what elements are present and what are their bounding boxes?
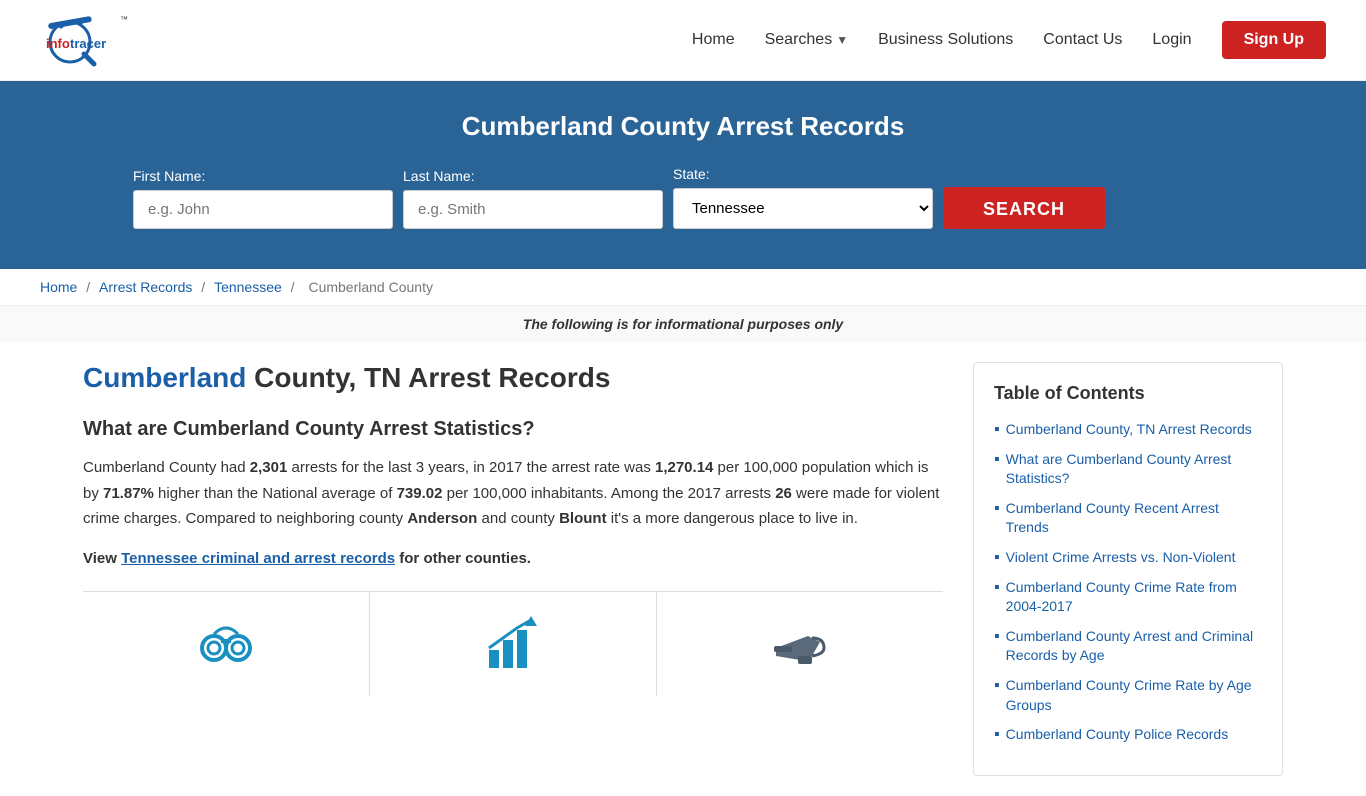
main-nav: Home Searches ▼ Business Solutions Conta… (692, 21, 1326, 59)
toc-item: ▪ Cumberland County Crime Rate from 2004… (994, 578, 1262, 617)
lastname-group: Last Name: (403, 168, 663, 229)
firstname-input[interactable] (133, 190, 393, 229)
toc-bullet-icon: ▪ (994, 421, 1000, 439)
lastname-label: Last Name: (403, 168, 475, 184)
toc-link-6[interactable]: Cumberland County Arrest and Criminal Re… (1006, 627, 1262, 666)
tennessee-records-link[interactable]: Tennessee criminal and arrest records (121, 550, 395, 567)
toc-bullet-icon: ▪ (994, 451, 1000, 469)
toc-sidebar: Table of Contents ▪ Cumberland County, T… (973, 362, 1283, 776)
stats-paragraph: Cumberland County had 2,301 arrests for … (83, 455, 943, 532)
nav-business-solutions[interactable]: Business Solutions (878, 31, 1013, 49)
toc-link-5[interactable]: Cumberland County Crime Rate from 2004-2… (1006, 578, 1262, 617)
toc-link-1[interactable]: Cumberland County, TN Arrest Records (1006, 420, 1252, 440)
toc-heading: Table of Contents (994, 383, 1262, 404)
breadcrumb: Home / Arrest Records / Tennessee / Cumb… (0, 269, 1366, 306)
title-suffix: County, TN Arrest Records (246, 362, 610, 393)
content-area: Cumberland County, TN Arrest Records Wha… (83, 362, 973, 696)
svg-text:info: info (46, 36, 70, 51)
title-cumberland: Cumberland (83, 362, 246, 393)
icon-cell-gun (657, 592, 943, 696)
hero-title: Cumberland County Arrest Records (40, 111, 1326, 142)
toc-link-3[interactable]: Cumberland County Recent Arrest Trends (1006, 499, 1262, 538)
handcuffs-icon (194, 612, 258, 676)
toc-bullet-icon: ▪ (994, 500, 1000, 518)
chevron-down-icon: ▼ (836, 33, 848, 47)
svg-text:tracer: tracer (70, 36, 106, 51)
nav-home[interactable]: Home (692, 31, 735, 49)
hero-section: Cumberland County Arrest Records First N… (0, 81, 1366, 269)
state-group: State: AlabamaAlaskaArizonaArkansas Cali… (673, 166, 933, 229)
toc-bullet-icon: ▪ (994, 677, 1000, 695)
toc-item: ▪ Cumberland County Police Records (994, 725, 1262, 745)
toc-bullet-icon: ▪ (994, 726, 1000, 744)
gun-icon (768, 612, 832, 676)
breadcrumb-sep1: / (86, 279, 94, 295)
toc-item: ▪ What are Cumberland County Arrest Stat… (994, 450, 1262, 489)
toc-link-8[interactable]: Cumberland County Police Records (1006, 725, 1229, 745)
icon-cell-handcuffs (83, 592, 370, 696)
icons-row (83, 591, 943, 696)
state-select[interactable]: AlabamaAlaskaArizonaArkansas CaliforniaC… (673, 188, 933, 229)
signup-button[interactable]: Sign Up (1222, 21, 1326, 59)
toc-item: ▪ Cumberland County Recent Arrest Trends (994, 499, 1262, 538)
logo-svg: info tracer ™ (40, 10, 200, 70)
toc-item: ▪ Violent Crime Arrests vs. Non-Violent (994, 548, 1262, 568)
logo[interactable]: info tracer ™ (40, 10, 200, 70)
breadcrumb-arrest-records[interactable]: Arrest Records (99, 279, 192, 295)
breadcrumb-tennessee[interactable]: Tennessee (214, 279, 282, 295)
toc-bullet-icon: ▪ (994, 579, 1000, 597)
site-header: info tracer ™ Home Searches ▼ Business S… (0, 0, 1366, 81)
nav-searches[interactable]: Searches ▼ (765, 31, 848, 49)
info-notice: The following is for informational purpo… (0, 306, 1366, 342)
svg-text:™: ™ (120, 15, 128, 24)
breadcrumb-sep3: / (291, 279, 299, 295)
toc-item: ▪ Cumberland County Arrest and Criminal … (994, 627, 1262, 666)
chart-icon (481, 612, 545, 676)
nav-contact-us[interactable]: Contact Us (1043, 31, 1122, 49)
breadcrumb-sep2: / (201, 279, 209, 295)
login-button[interactable]: Login (1152, 31, 1191, 49)
toc-link-7[interactable]: Cumberland County Crime Rate by Age Grou… (1006, 676, 1262, 715)
toc-bullet-icon: ▪ (994, 549, 1000, 567)
toc-item: ▪ Cumberland County Crime Rate by Age Gr… (994, 676, 1262, 715)
breadcrumb-county: Cumberland County (308, 279, 433, 295)
search-form: First Name: Last Name: State: AlabamaAla… (133, 166, 1233, 229)
lastname-input[interactable] (403, 190, 663, 229)
section1-heading: What are Cumberland County Arrest Statis… (83, 418, 943, 441)
toc-link-2[interactable]: What are Cumberland County Arrest Statis… (1006, 450, 1262, 489)
breadcrumb-home[interactable]: Home (40, 279, 77, 295)
toc-link-4[interactable]: Violent Crime Arrests vs. Non-Violent (1006, 548, 1236, 568)
icon-cell-chart (370, 592, 657, 696)
toc-list: ▪ Cumberland County, TN Arrest Records ▪… (994, 420, 1262, 745)
firstname-group: First Name: (133, 168, 393, 229)
state-label: State: (673, 166, 710, 182)
toc-bullet-icon: ▪ (994, 628, 1000, 646)
search-button[interactable]: SEARCH (943, 187, 1105, 229)
toc-item: ▪ Cumberland County, TN Arrest Records (994, 420, 1262, 440)
firstname-label: First Name: (133, 168, 205, 184)
view-link-paragraph: View Tennessee criminal and arrest recor… (83, 546, 943, 572)
main-layout: Cumberland County, TN Arrest Records Wha… (43, 342, 1323, 796)
page-title: Cumberland County, TN Arrest Records (83, 362, 943, 394)
